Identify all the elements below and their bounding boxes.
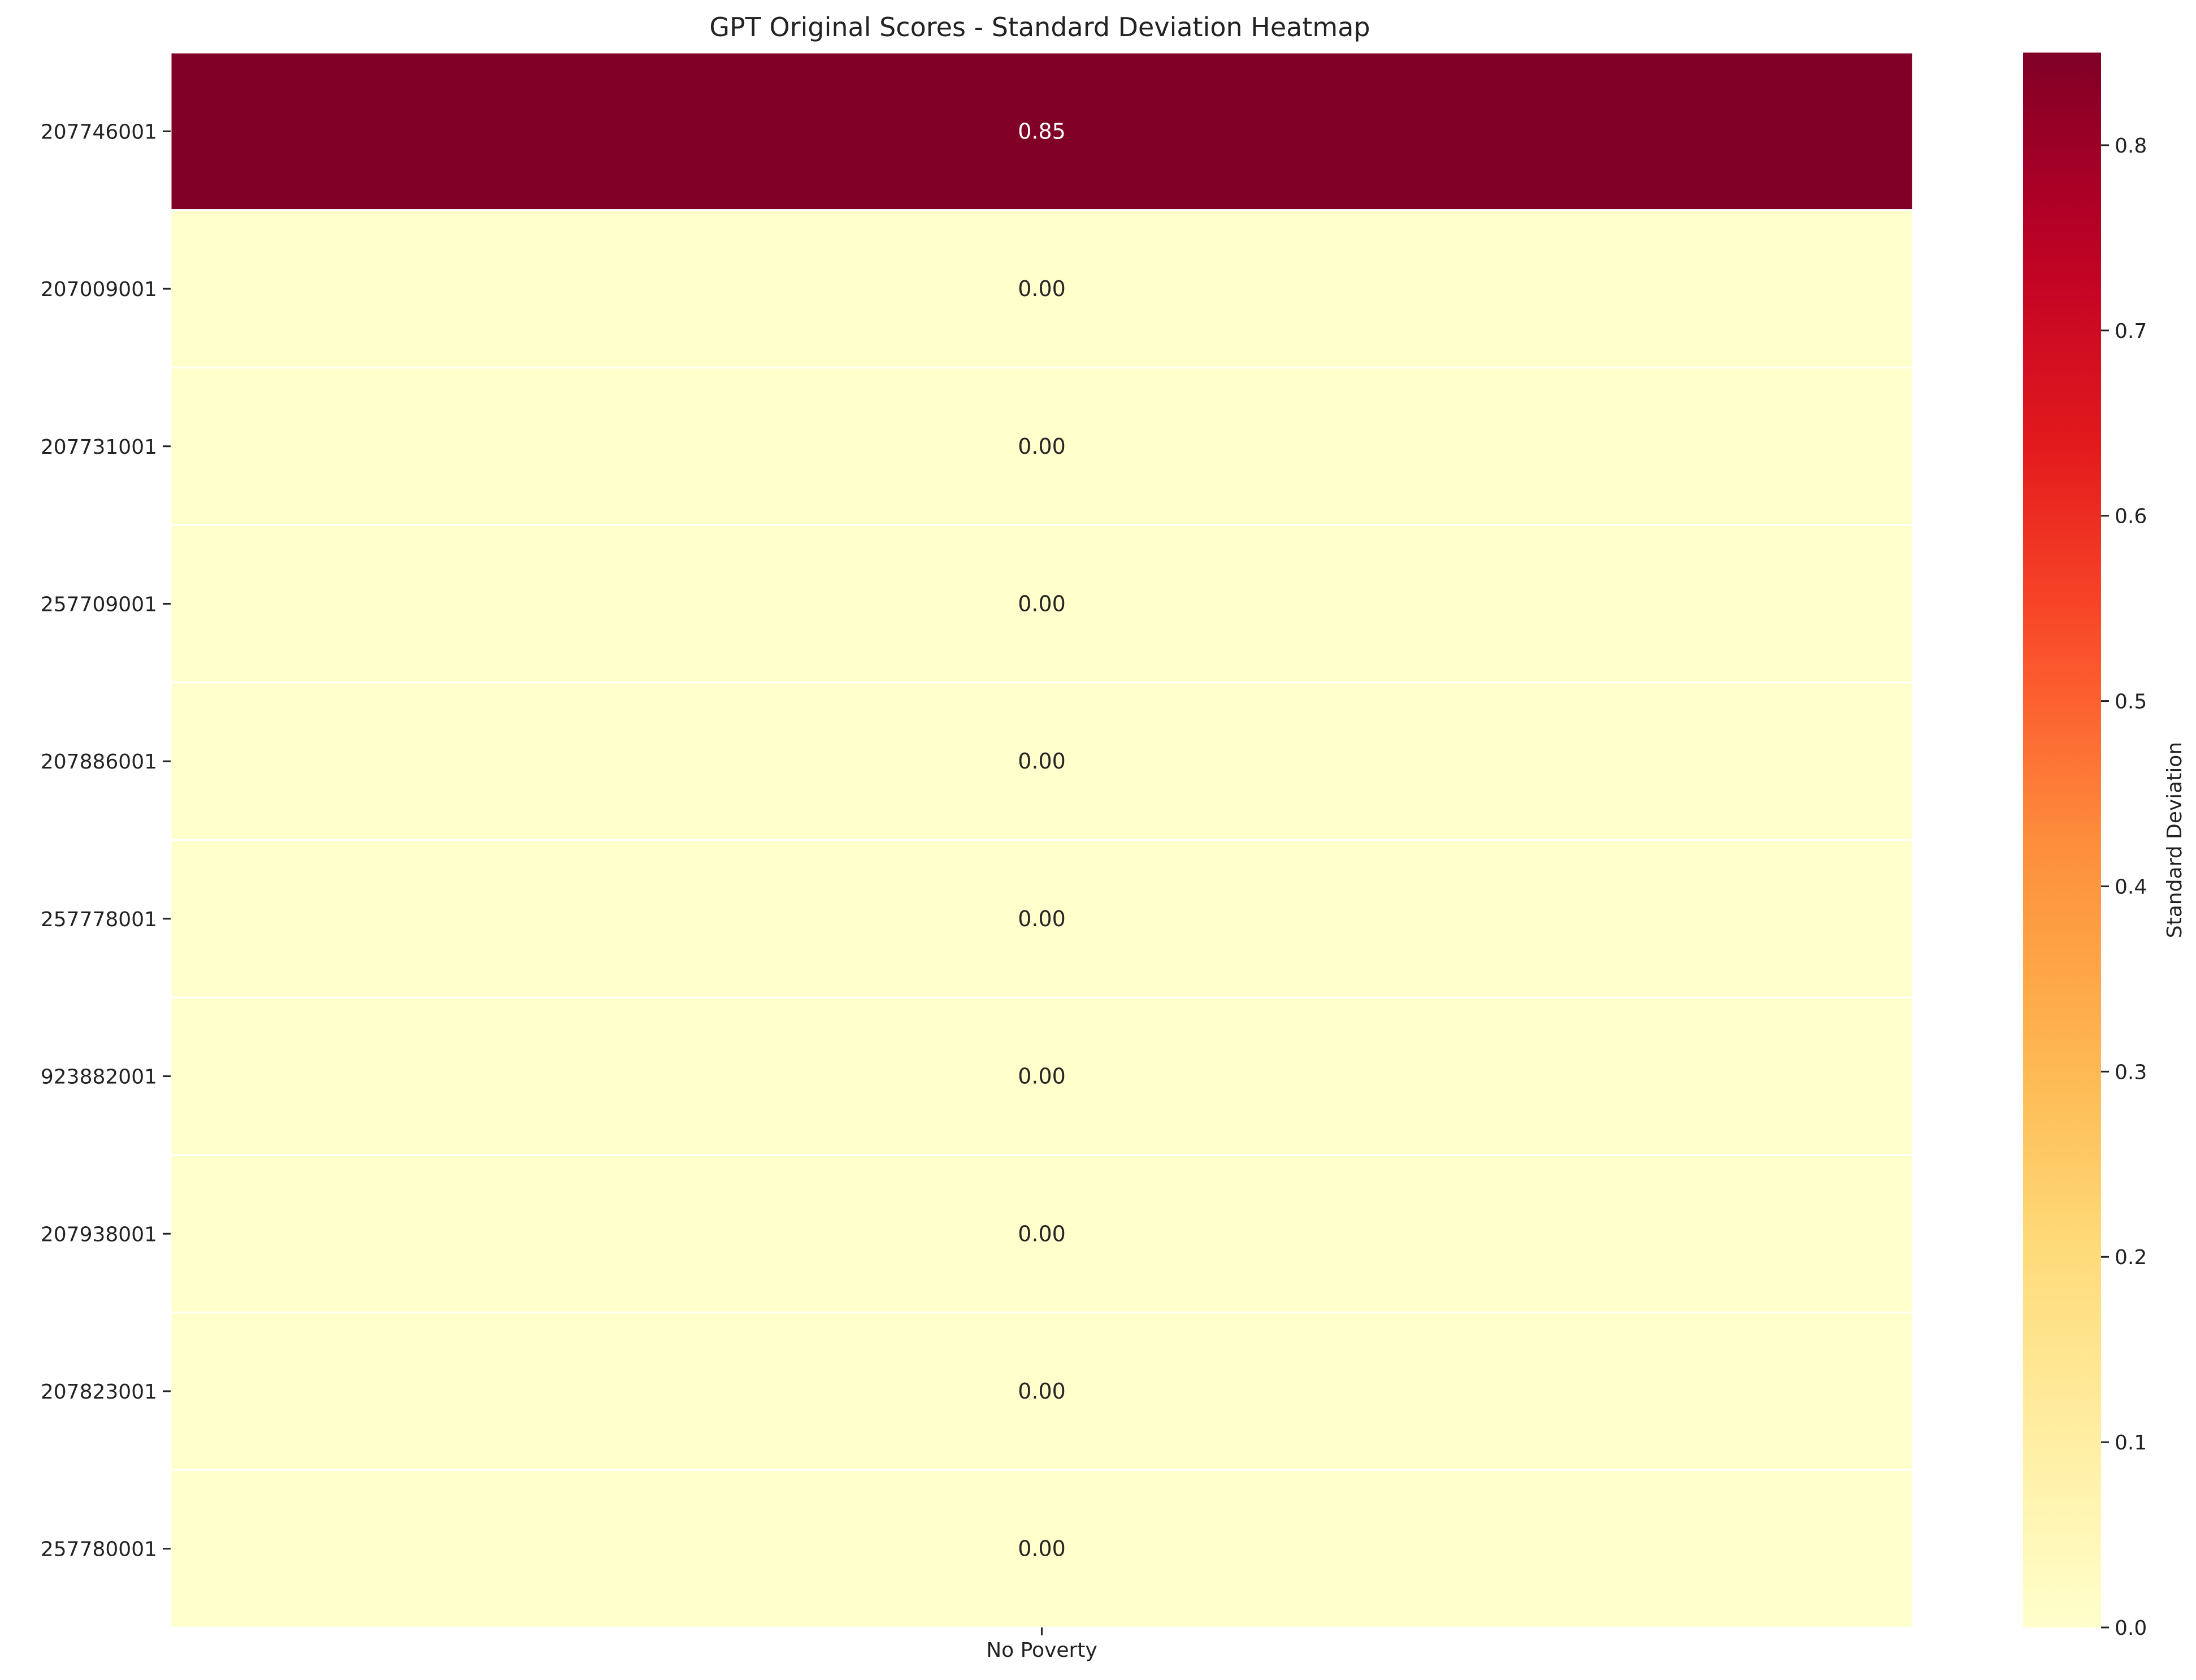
colorbar-tick-label: 0.5 (2115, 691, 2147, 714)
x-tick-label: No Poverty (986, 1639, 1097, 1662)
y-tick-label: 207731001 (41, 436, 157, 459)
colorbar-tick-label: 0.7 (2115, 320, 2147, 343)
chart-canvas: GPT Original Scores - Standard Deviation… (41, 12, 2186, 1662)
cell-value-label: 0.00 (1018, 1064, 1066, 1089)
y-tick-label: 923882001 (41, 1066, 157, 1089)
y-axis: 207746001 207009001 207731001 257709001 2078… (41, 120, 171, 1561)
colorbar-tick-label: 0.3 (2115, 1061, 2147, 1084)
cell-value-label: 0.00 (1018, 1536, 1066, 1561)
y-tick-label: 257778001 (41, 908, 157, 931)
y-tick-label: 207746001 (41, 120, 157, 144)
heatmap-figure: GPT Original Scores - Standard Deviation… (0, 0, 2196, 1678)
cell-value-label: 0.00 (1018, 1379, 1066, 1404)
chart-title: GPT Original Scores - Standard Deviation… (709, 12, 1370, 42)
colorbar-tick-label: 0.8 (2115, 134, 2147, 158)
cell-value-label: 0.00 (1018, 1221, 1066, 1246)
colorbar-tick-label: 0.1 (2115, 1431, 2147, 1455)
y-tick-label: 207823001 (41, 1381, 157, 1404)
colorbar-tick-label: 0.4 (2115, 875, 2147, 898)
cell-value-label: 0.00 (1018, 276, 1066, 301)
cell-value-label: 0.00 (1018, 434, 1066, 459)
colorbar-label: Standard Deviation (2163, 742, 2186, 938)
colorbar-gradient (2023, 53, 2101, 1627)
colorbar-tick-label: 0.6 (2115, 505, 2147, 528)
x-axis: No Poverty (986, 1627, 1097, 1662)
cell-value-label: 0.00 (1018, 906, 1066, 931)
y-tick-label: 207009001 (41, 278, 157, 301)
cell-value-label: 0.00 (1018, 591, 1066, 616)
colorbar: 0.0 0.1 0.2 0.3 0.4 0.5 0.6 0.7 0.8 Standard Dev… (2023, 53, 2186, 1640)
colorbar-tick-label: 0.2 (2115, 1246, 2147, 1269)
cell-value-label: 0.85 (1018, 119, 1066, 144)
colorbar-tick-label: 0.0 (2115, 1617, 2147, 1640)
y-tick-label: 207886001 (41, 750, 157, 774)
y-tick-label: 207938001 (41, 1223, 157, 1246)
y-tick-label: 257709001 (41, 593, 157, 616)
cell-value-label: 0.00 (1018, 749, 1066, 774)
y-tick-label: 257780001 (41, 1538, 157, 1561)
colorbar-ticks: 0.0 0.1 0.2 0.3 0.4 0.5 0.6 0.7 0.8 (2101, 134, 2147, 1640)
